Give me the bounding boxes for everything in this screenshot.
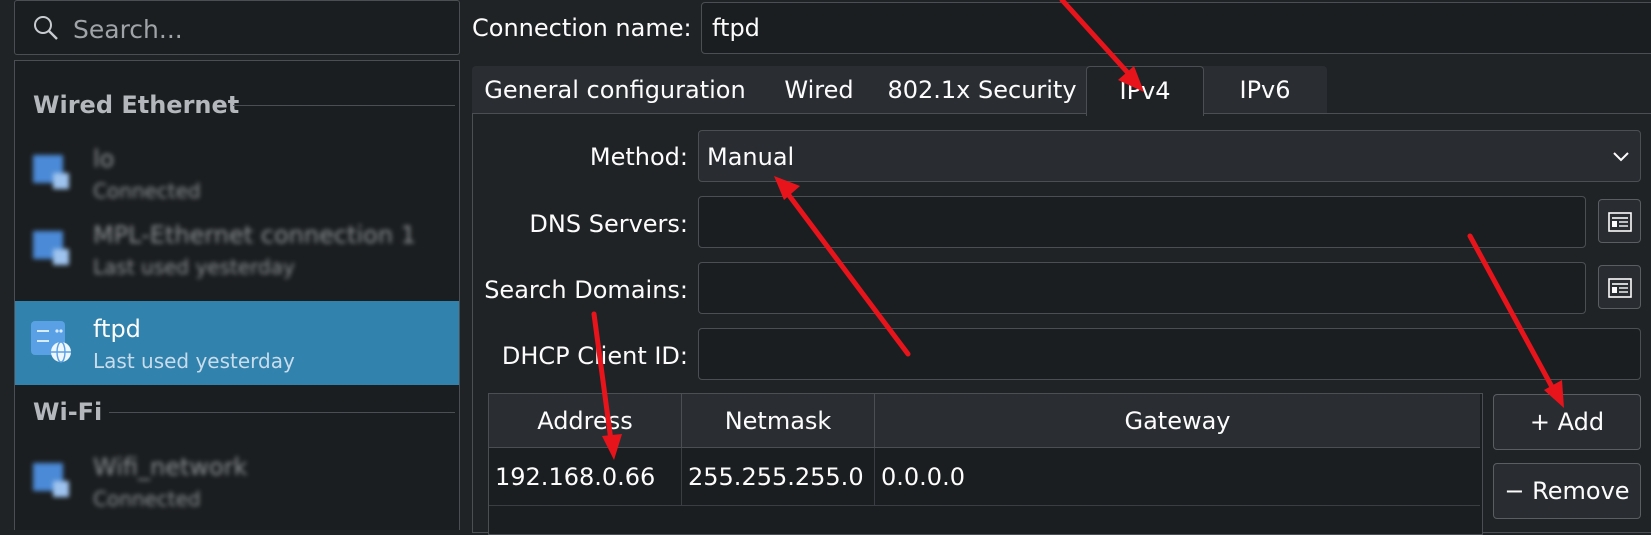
connection-name: ftpd: [93, 315, 141, 343]
column-header-gateway[interactable]: Gateway: [875, 394, 1480, 448]
search-icon: [34, 16, 58, 40]
connection-status: Connected: [93, 179, 201, 203]
add-address-button[interactable]: + Add: [1493, 394, 1641, 450]
dns-servers-input[interactable]: [698, 196, 1586, 248]
dns-servers-label: DNS Servers:: [529, 210, 688, 238]
list-edit-icon: [1607, 212, 1632, 232]
edit-dns-list-button[interactable]: [1598, 199, 1641, 243]
connection-list[interactable]: Wired Ethernet lo Connected MPL-Ethernet…: [14, 60, 460, 530]
cell-address[interactable]: 192.168.0.66: [489, 448, 682, 506]
connection-name: MPL-Ethernet connection 1: [93, 221, 416, 249]
column-header-netmask[interactable]: Netmask: [682, 394, 875, 448]
tab-ipv6[interactable]: IPv6: [1206, 66, 1324, 114]
tab-wired[interactable]: Wired: [766, 66, 872, 114]
method-label: Method:: [589, 143, 688, 171]
section-title-wired: Wired Ethernet: [33, 91, 240, 119]
connection-name-input[interactable]: [701, 2, 1651, 54]
wired-network-icon: [33, 231, 69, 265]
method-select[interactable]: Manual: [698, 130, 1641, 182]
search-domains-label: Search Domains:: [484, 276, 688, 304]
wifi-network-icon: [33, 463, 69, 497]
connection-name: Wifi_network: [93, 453, 248, 481]
network-globe-icon: [31, 321, 71, 363]
search-domains-input[interactable]: [698, 262, 1586, 314]
dhcp-client-id-label: DHCP Client ID:: [501, 342, 688, 370]
tab-general-configuration[interactable]: General configuration: [472, 66, 758, 114]
tab-802-1x-security[interactable]: 802.1x Security: [880, 66, 1084, 114]
divider: [233, 105, 455, 106]
edit-search-domains-button[interactable]: [1598, 265, 1641, 309]
tab-ipv4[interactable]: IPv4: [1086, 66, 1204, 116]
connection-name: lo: [93, 145, 115, 173]
method-value: Manual: [707, 143, 795, 171]
search-input[interactable]: [71, 11, 445, 47]
search-field[interactable]: [14, 0, 460, 55]
connection-status: Last used yesterday: [93, 349, 295, 373]
remove-address-button[interactable]: − Remove: [1493, 463, 1641, 519]
cell-netmask[interactable]: 255.255.255.0: [682, 448, 875, 506]
connection-status: Connected: [93, 487, 201, 511]
address-table[interactable]: Address Netmask Gateway 192.168.0.66 255…: [488, 393, 1483, 535]
connection-status: Last used yesterday: [93, 255, 295, 279]
connection-name-label: Connection name:: [472, 14, 692, 42]
section-title-wifi: Wi-Fi: [33, 398, 103, 426]
divider: [109, 412, 455, 413]
connection-item-ftpd[interactable]: ftpd Last used yesterday: [15, 301, 459, 385]
connection-item[interactable]: MPL-Ethernet connection 1 Last used yest…: [15, 207, 459, 291]
dhcp-client-id-input[interactable]: [698, 328, 1641, 380]
column-header-address[interactable]: Address: [489, 394, 682, 448]
list-edit-icon: [1607, 278, 1632, 298]
connection-item[interactable]: Wifi_network Connected: [15, 439, 459, 523]
connection-item[interactable]: lo Connected: [15, 131, 459, 215]
cell-gateway[interactable]: 0.0.0.0: [875, 448, 1480, 506]
chevron-down-icon: [1613, 152, 1629, 162]
wired-network-icon: [33, 155, 69, 189]
